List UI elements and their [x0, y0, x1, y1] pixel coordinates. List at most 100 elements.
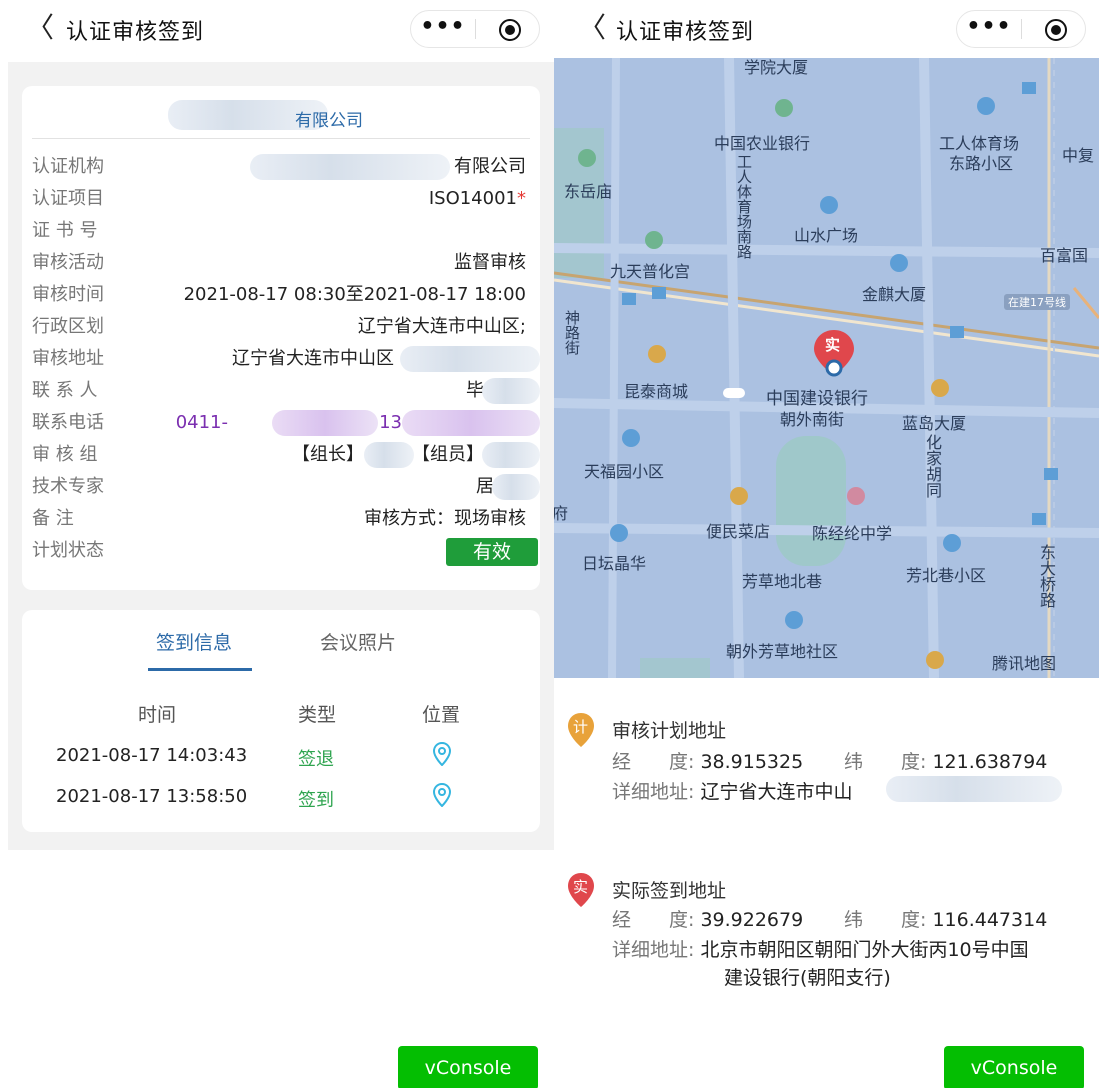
value: 121.638794 [932, 751, 1048, 773]
value: 审核方式：现场审核 [364, 508, 526, 529]
label: 备 注 [32, 508, 74, 529]
value: ISO14001* [429, 184, 526, 214]
redacted [886, 776, 1062, 802]
label: 证 书 号 [32, 220, 98, 241]
row-cert-project: 认证项目 ISO14001* [32, 184, 540, 214]
row-remarks: 备 注 审核方式：现场审核 [32, 504, 540, 534]
more-icon[interactable]: ••• [957, 11, 1021, 47]
location-pin-icon[interactable] [432, 742, 452, 766]
map-poi: 东岳庙 [564, 182, 613, 201]
close-icon[interactable] [499, 19, 521, 41]
actual-detail-address-line2: 建设银行(朝阳支行) [724, 967, 891, 989]
row-audit-address: 审核地址 辽宁省大连市中山区 [32, 344, 540, 374]
map-poi: 东大桥路 [1037, 544, 1056, 608]
phone-mobile[interactable]: 13 [379, 408, 402, 438]
label: 审 核 组 [32, 444, 98, 465]
map-poi: 九天普化宫 [610, 262, 691, 281]
redacted [482, 378, 540, 404]
page-title: 认证审核签到 [616, 20, 755, 45]
map-poi: 中复 [1062, 146, 1095, 165]
screen: 〈 认证审核签到 ••• 有限公司 认证机构 有限公司 认证项目 ISO1400… [0, 0, 1099, 1088]
value: 监督审核 [454, 252, 526, 273]
row-contact: 联 系 人 毕 [32, 376, 540, 406]
mini-program-capsule: ••• [956, 10, 1086, 48]
row-cert-number: 证 书 号 [32, 216, 540, 246]
plan-address-title: 审核计划地址 [612, 720, 727, 742]
map-poi: 蓝岛大厦 [902, 414, 967, 433]
value: 116.447314 [932, 909, 1048, 931]
map-poi: 中国农业银行 [714, 134, 811, 153]
tab-meeting-photos[interactable]: 会议照片 [320, 628, 396, 655]
label: 认证项目 [32, 188, 104, 209]
redacted [400, 346, 540, 372]
row-phone[interactable]: 联系电话 0411- 13 [32, 408, 540, 438]
plan-longitude: 经 度: 38.915325 [612, 747, 803, 774]
location-pin-icon[interactable] [432, 783, 452, 807]
back-icon[interactable]: 〈 [578, 13, 606, 43]
actual-marker-label: 实 [573, 878, 589, 896]
map-poi: 朝外南街 [780, 410, 845, 429]
row-audit-activity: 审核活动 监督审核 [32, 248, 540, 278]
label: 技术专家 [32, 476, 104, 497]
value: 39.922679 [700, 909, 804, 931]
capsule-divider [475, 19, 476, 39]
redacted [402, 410, 540, 436]
label: 经 度: [612, 751, 695, 773]
column-header-type: 类型 [298, 704, 337, 726]
value: 北京市朝阳区朝阳门外大街丙10号中国 [700, 939, 1029, 961]
map-poi: 百富国 [1040, 246, 1089, 265]
left-navbar: 〈 认证审核签到 ••• [0, 0, 552, 58]
row-region: 行政区划 辽宁省大连市中山区; [32, 312, 540, 342]
capsule-divider [1021, 19, 1022, 39]
actual-detail-address: 详细地址: 北京市朝阳区朝阳门外大街丙10号中国 [612, 935, 1029, 962]
map-poi: 昆泰商城 [624, 382, 689, 401]
redacted [364, 442, 414, 468]
row-cert-body: 认证机构 有限公司 [32, 152, 540, 182]
map-poi: 芳北巷小区 [906, 566, 987, 585]
actual-location-marker[interactable]: 实 [825, 334, 840, 355]
status-badge: 有效 [446, 538, 538, 566]
close-icon[interactable] [1045, 19, 1067, 41]
map-poi: 东路小区 [949, 154, 1014, 173]
map-poi: 陈经纶中学 [812, 524, 893, 543]
map-poi: 日坛晶华 [582, 554, 647, 573]
map-poi: 芳草地北巷 [742, 572, 823, 591]
right-screen: 〈 认证审核签到 ••• 学院大厦 中国农业银行 工人体育场 东路小区 中复 东… [554, 0, 1099, 1088]
phone-landline[interactable]: 0411- [176, 408, 228, 438]
plan-marker-label: 计 [573, 718, 589, 736]
label: 计划状态 [32, 540, 104, 561]
vconsole-button[interactable]: vConsole [944, 1046, 1084, 1088]
row-time: 2021-08-17 13:58:50 [56, 786, 248, 807]
row-audit-time: 审核时间 2021-08-17 08:30至2021-08-17 18:00 [32, 280, 540, 310]
back-icon[interactable]: 〈 [26, 13, 54, 43]
map-poi: 天福园小区 [584, 462, 665, 481]
label: 详细地址: [612, 781, 695, 803]
label: 审核活动 [32, 252, 104, 273]
team-members: 【组员】 [412, 444, 484, 465]
map-poi: 政府 [554, 504, 569, 523]
plan-latitude: 纬 度: 121.638794 [844, 747, 1047, 774]
team-leader: 【组长】 [292, 444, 364, 465]
actual-longitude: 经 度: 39.922679 [612, 905, 803, 932]
label: 审核时间 [32, 284, 104, 305]
map-view[interactable]: 学院大厦 中国农业银行 工人体育场 东路小区 中复 东岳庙 工人体育场南路 山水… [554, 58, 1099, 678]
label: 联 系 人 [32, 380, 98, 401]
map-poi: 神路街 [563, 310, 581, 355]
map-poi: 化家胡同 [923, 434, 942, 498]
map-poi: 在建17号线 [1004, 294, 1070, 310]
company-name: 有限公司 [295, 111, 363, 131]
value: 有限公司 [454, 156, 526, 177]
redacted [492, 474, 540, 500]
actual-latitude: 纬 度: 116.447314 [844, 905, 1047, 932]
label: 详细地址: [612, 939, 695, 961]
row-tech-expert: 技术专家 居 [32, 472, 540, 502]
required-star: * [517, 188, 526, 209]
left-screen: 〈 认证审核签到 ••• 有限公司 认证机构 有限公司 认证项目 ISO1400… [0, 0, 554, 1088]
vconsole-button[interactable]: vConsole [398, 1046, 538, 1088]
map-poi: 金麒大厦 [862, 285, 927, 304]
right-navbar: 〈 认证审核签到 ••• [554, 0, 1099, 58]
row-type: 签到 [298, 790, 334, 811]
tab-signin-info[interactable]: 签到信息 [156, 628, 232, 655]
more-icon[interactable]: ••• [411, 11, 475, 47]
map-logo: 腾讯地图 [992, 654, 1057, 673]
